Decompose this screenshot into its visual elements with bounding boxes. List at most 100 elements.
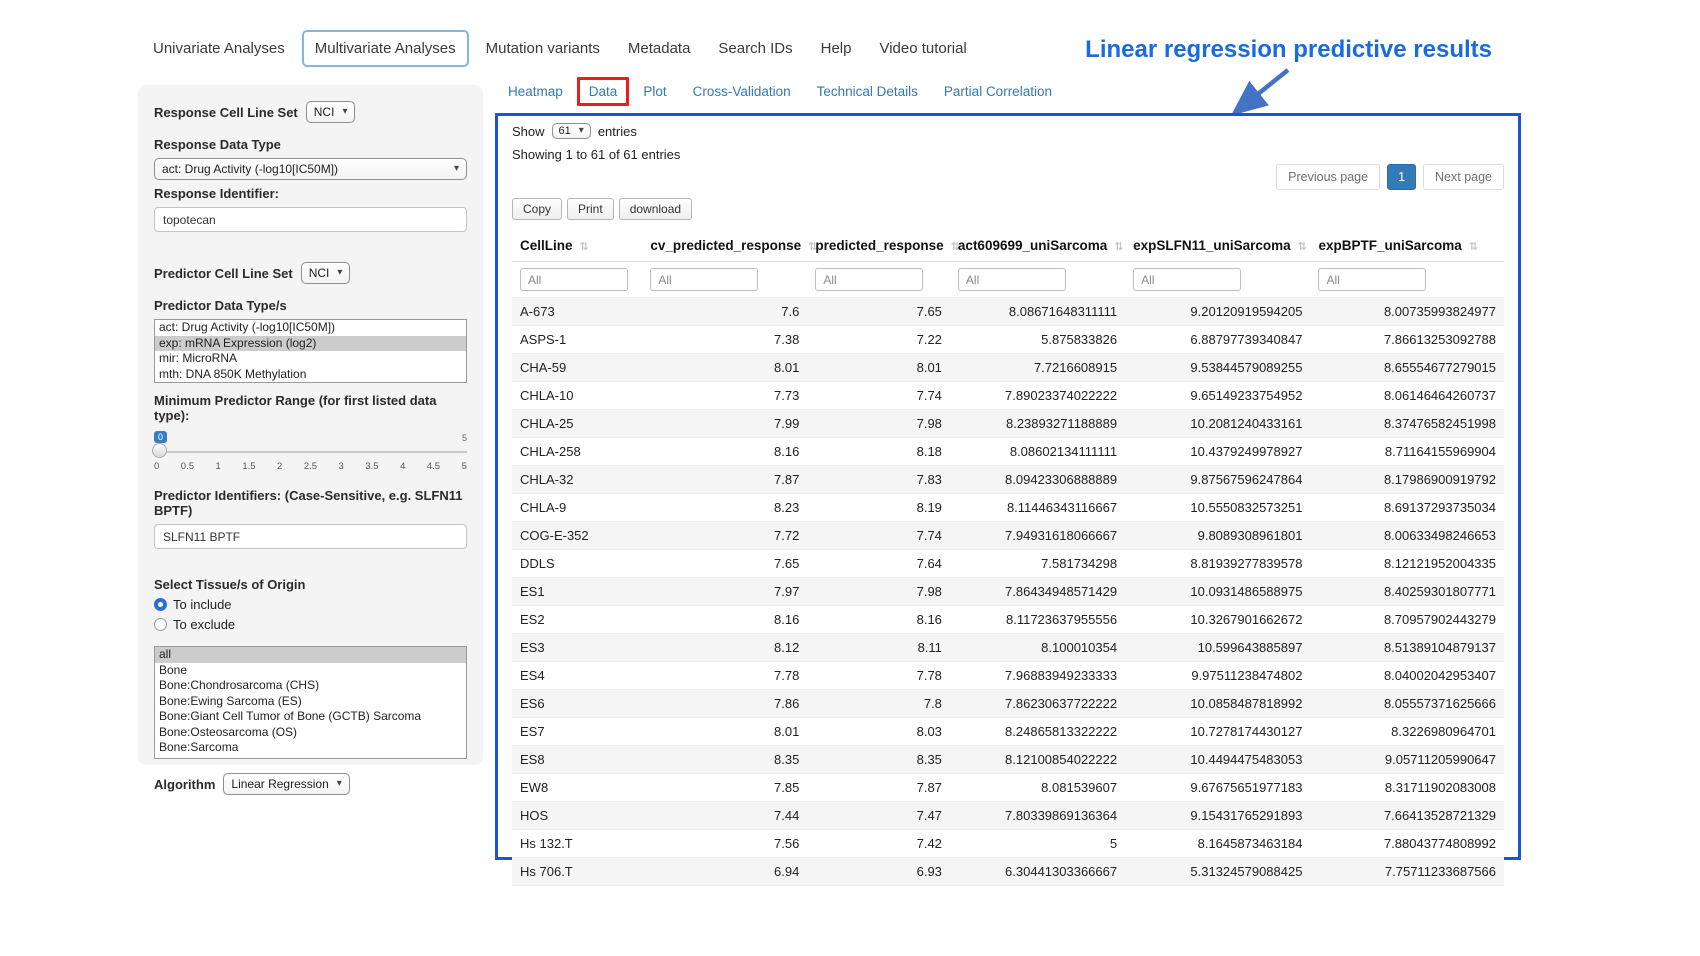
list-option-act-drug-activity-log10-ic50m[interactable]: act: Drug Activity (-log10[IC50M]) bbox=[155, 320, 466, 336]
list-option-exp-mrna-expression-log2[interactable]: exp: mRNA Expression (log2) bbox=[155, 336, 466, 352]
download-button[interactable]: download bbox=[619, 198, 692, 220]
table-row[interactable]: ES47.787.787.968839492333339.97511238474… bbox=[512, 662, 1504, 690]
column-label: expBPTF_uniSarcoma bbox=[1318, 238, 1461, 253]
cell-value: 8.71164155969904 bbox=[1310, 438, 1504, 466]
cell-value: 10.4494475483053 bbox=[1125, 746, 1310, 774]
nav-item-help[interactable]: Help bbox=[810, 32, 863, 65]
cell-value: 8.08602134111111 bbox=[950, 438, 1125, 466]
cell-line-name: ES1 bbox=[512, 578, 642, 606]
cell-value: 9.87567596247864 bbox=[1125, 466, 1310, 494]
cell-value: 7.94931618066667 bbox=[950, 522, 1125, 550]
filter-input-expslfn11-unisarcoma[interactable] bbox=[1133, 268, 1241, 291]
algorithm-select[interactable]: Linear Regression ▾ bbox=[223, 773, 349, 795]
predictor-cell-line-set-select[interactable]: NCI ▾ bbox=[301, 262, 351, 284]
list-option-bone-chondrosarcoma-chs[interactable]: Bone:Chondrosarcoma (CHS) bbox=[155, 678, 466, 694]
cell-value: 8.00633498246653 bbox=[1310, 522, 1504, 550]
nav-item-video-tutorial[interactable]: Video tutorial bbox=[868, 32, 977, 65]
cell-value: 9.53844579089255 bbox=[1125, 354, 1310, 382]
filter-input-cv-predicted-response[interactable] bbox=[650, 268, 758, 291]
radio-to-exclude[interactable]: To exclude bbox=[154, 617, 467, 632]
slider-track[interactable] bbox=[154, 445, 467, 453]
current-page-button[interactable]: 1 bbox=[1387, 164, 1416, 190]
list-option-bone-giant-cell-tumor-of-bone-gctb-sarcoma[interactable]: Bone:Giant Cell Tumor of Bone (GCTB) Sar… bbox=[155, 709, 466, 725]
column-header-expbptf-unisarcoma[interactable]: expBPTF_uniSarcoma ⇅ bbox=[1310, 232, 1504, 262]
cell-value: 7.74 bbox=[807, 522, 950, 550]
nav-item-search-ids[interactable]: Search IDs bbox=[707, 32, 803, 65]
nav-item-multivariate-analyses[interactable]: Multivariate Analyses bbox=[302, 30, 469, 67]
table-row[interactable]: ES17.977.987.8643494857142910.0931486588… bbox=[512, 578, 1504, 606]
table-row[interactable]: A-6737.67.658.086716483111119.2012091959… bbox=[512, 298, 1504, 326]
cell-value: 8.3226980964701 bbox=[1310, 718, 1504, 746]
cell-value: 9.20120919594205 bbox=[1125, 298, 1310, 326]
column-header-cv-predicted-response[interactable]: cv_predicted_response⇅ bbox=[642, 232, 807, 262]
nav-item-mutation-variants[interactable]: Mutation variants bbox=[475, 32, 611, 65]
table-row[interactable]: CHLA-2588.168.188.0860213411111110.43792… bbox=[512, 438, 1504, 466]
table-row[interactable]: CHA-598.018.017.72166089159.538445790892… bbox=[512, 354, 1504, 382]
tab-heatmap[interactable]: Heatmap bbox=[508, 84, 563, 99]
list-option-all[interactable]: all bbox=[155, 647, 466, 663]
filter-input-predicted-response[interactable] bbox=[815, 268, 923, 291]
list-option-bone-sarcoma[interactable]: Bone:Sarcoma bbox=[155, 740, 466, 756]
sort-icon[interactable]: ⇅ bbox=[1298, 241, 1307, 253]
list-option-bone[interactable]: Bone bbox=[155, 663, 466, 679]
table-row[interactable]: CHLA-107.737.747.890233740222229.6514923… bbox=[512, 382, 1504, 410]
table-row[interactable]: COG-E-3527.727.747.949316180666679.80893… bbox=[512, 522, 1504, 550]
table-row[interactable]: ES38.128.118.10001035410.5996438858978.5… bbox=[512, 634, 1504, 662]
response-identifier-input[interactable] bbox=[154, 207, 467, 232]
next-page-button[interactable]: Next page bbox=[1423, 164, 1504, 190]
list-option-peripheral-nervous-system[interactable]: Peripheral_Nervous_System bbox=[155, 756, 466, 760]
table-row[interactable]: Hs 132.T7.567.4258.16458734631847.880437… bbox=[512, 830, 1504, 858]
tab-cross-validation[interactable]: Cross-Validation bbox=[693, 84, 791, 99]
chevron-down-icon: ▾ bbox=[337, 779, 342, 789]
column-header-cellline[interactable]: CellLine⇅ bbox=[512, 232, 642, 262]
predictor-identifiers-input[interactable] bbox=[154, 524, 467, 549]
filter-input-expbptf-unisarcoma[interactable] bbox=[1318, 268, 1426, 291]
cell-value: 6.88797739340847 bbox=[1125, 326, 1310, 354]
table-row[interactable]: CHLA-327.877.838.094233068888899.8756759… bbox=[512, 466, 1504, 494]
cell-value: 8.12100854022222 bbox=[950, 746, 1125, 774]
column-header-act609699-unisarcoma[interactable]: act609699_uniSarcoma⇅ bbox=[950, 232, 1125, 262]
slider-tick-label: 2.5 bbox=[304, 461, 317, 472]
table-row[interactable]: ES78.018.038.2486581332222210.7278174430… bbox=[512, 718, 1504, 746]
sort-icon[interactable]: ⇅ bbox=[1469, 241, 1478, 253]
filter-cell bbox=[1125, 262, 1310, 298]
table-row[interactable]: EW87.857.878.0815396079.676756519771838.… bbox=[512, 774, 1504, 802]
table-row[interactable]: ES67.867.87.8623063772222210.08584878189… bbox=[512, 690, 1504, 718]
cell-line-name: DDLS bbox=[512, 550, 642, 578]
list-option-bone-ewing-sarcoma-es[interactable]: Bone:Ewing Sarcoma (ES) bbox=[155, 694, 466, 710]
table-row[interactable]: ES28.168.168.1172363795555610.3267901662… bbox=[512, 606, 1504, 634]
table-row[interactable]: HOS7.447.477.803398691363649.15431765291… bbox=[512, 802, 1504, 830]
slider-handle[interactable] bbox=[152, 443, 167, 458]
table-row[interactable]: Hs 706.T6.946.936.304413033666675.313245… bbox=[512, 858, 1504, 886]
list-option-bone-osteosarcoma-os[interactable]: Bone:Osteosarcoma (OS) bbox=[155, 725, 466, 741]
sort-icon[interactable]: ⇅ bbox=[580, 241, 589, 253]
response-data-type-select[interactable]: act: Drug Activity (-log10[IC50M]) ▾ bbox=[154, 158, 467, 180]
entries-count-select[interactable]: 61 ▾ bbox=[552, 123, 591, 139]
filter-input-cellline[interactable] bbox=[520, 268, 628, 291]
print-button[interactable]: Print bbox=[567, 198, 614, 220]
tab-technical-details[interactable]: Technical Details bbox=[817, 84, 918, 99]
cell-value: 5 bbox=[950, 830, 1125, 858]
filter-input-act609699-unisarcoma[interactable] bbox=[958, 268, 1066, 291]
list-option-mth-dna-850k-methylation[interactable]: mth: DNA 850K Methylation bbox=[155, 367, 466, 383]
nav-item-metadata[interactable]: Metadata bbox=[617, 32, 702, 65]
tab-partial-correlation[interactable]: Partial Correlation bbox=[944, 84, 1052, 99]
table-row[interactable]: ES88.358.358.1210085402222210.4494475483… bbox=[512, 746, 1504, 774]
response-cell-line-set-select[interactable]: NCI ▾ bbox=[306, 101, 356, 123]
table-row[interactable]: DDLS7.657.647.5817342988.819392778395788… bbox=[512, 550, 1504, 578]
cell-value: 8.11446343116667 bbox=[950, 494, 1125, 522]
copy-button[interactable]: Copy bbox=[512, 198, 562, 220]
radio-to-include[interactable]: To include bbox=[154, 597, 467, 612]
nav-item-univariate-analyses[interactable]: Univariate Analyses bbox=[142, 32, 296, 65]
tab-plot[interactable]: Plot bbox=[643, 84, 666, 99]
sort-icon[interactable]: ⇅ bbox=[1114, 241, 1123, 253]
table-row[interactable]: CHLA-257.997.988.2389327118888910.208124… bbox=[512, 410, 1504, 438]
column-header-predicted-response[interactable]: predicted_response⇅ bbox=[807, 232, 950, 262]
previous-page-button[interactable]: Previous page bbox=[1276, 164, 1380, 190]
tab-data[interactable]: Data bbox=[577, 77, 630, 106]
table-row[interactable]: ASPS-17.387.225.8758338266.8879773934084… bbox=[512, 326, 1504, 354]
list-option-mir-microrna[interactable]: mir: MicroRNA bbox=[155, 351, 466, 367]
table-row[interactable]: CHLA-98.238.198.1144634311666710.5550832… bbox=[512, 494, 1504, 522]
slider-ticks: 00.511.522.533.544.55 bbox=[154, 461, 467, 472]
column-header-expslfn11-unisarcoma[interactable]: expSLFN11_uniSarcoma⇅ bbox=[1125, 232, 1310, 262]
